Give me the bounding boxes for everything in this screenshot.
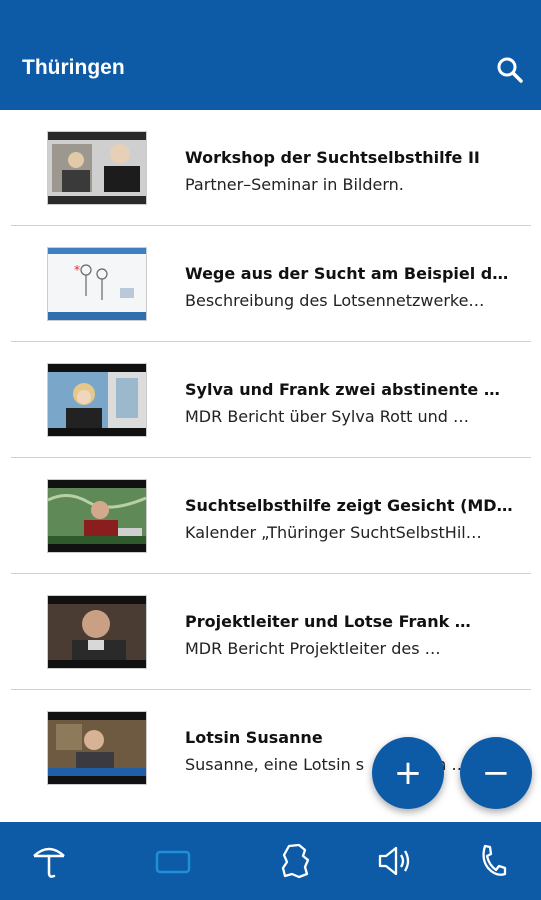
svg-text:*: * bbox=[74, 263, 80, 277]
zoom-out-button[interactable]: − bbox=[460, 737, 532, 809]
item-title: Suchtselbsthilfe zeigt Gesicht (MD… bbox=[185, 496, 513, 515]
video-thumbnail: * bbox=[48, 248, 146, 320]
bottom-navigation bbox=[0, 822, 541, 900]
item-subtitle: Kalender „Thüringer SuchtSelbstHil… bbox=[185, 523, 482, 542]
list-item[interactable]: Sylva und Frank zwei abstinente … MDR Be… bbox=[0, 342, 541, 458]
item-subtitle-text: Susanne, eine Lotsin s bbox=[185, 755, 365, 774]
video-thumbnail bbox=[48, 596, 146, 668]
page-title: Thüringen bbox=[22, 56, 125, 79]
video-thumbnail bbox=[48, 132, 146, 204]
thuringia-map-icon[interactable] bbox=[275, 840, 317, 882]
search-icon[interactable] bbox=[496, 56, 524, 84]
video-thumbnail bbox=[48, 480, 146, 552]
item-title: Wege aus der Sucht am Beispiel d… bbox=[185, 264, 509, 283]
speaker-icon[interactable] bbox=[374, 840, 416, 882]
video-thumbnail bbox=[48, 712, 146, 784]
zoom-in-button[interactable]: + bbox=[372, 737, 444, 809]
list-item[interactable]: Workshop der Suchtselbsthilfe II Partner… bbox=[0, 110, 541, 226]
video-list: Workshop der Suchtselbsthilfe II Partner… bbox=[0, 110, 541, 806]
app-bar: Thüringen bbox=[0, 0, 541, 110]
list-item[interactable]: Projektleiter und Lotse Frank … MDR Beri… bbox=[0, 574, 541, 690]
video-thumbnail bbox=[48, 364, 146, 436]
item-title: Lotsin Susanne bbox=[185, 728, 323, 747]
item-title: Sylva und Frank zwei abstinente … bbox=[185, 380, 500, 399]
item-title: Projektleiter und Lotse Frank … bbox=[185, 612, 471, 631]
tablet-icon[interactable] bbox=[152, 840, 194, 882]
item-subtitle: Beschreibung des Lotsennetzwerke… bbox=[185, 291, 485, 310]
list-item[interactable]: * Wege aus der Sucht am Beispiel d… Besc… bbox=[0, 226, 541, 342]
item-title: Workshop der Suchtselbsthilfe II bbox=[185, 148, 480, 167]
phone-icon[interactable] bbox=[472, 840, 514, 882]
list-item[interactable]: Suchtselbsthilfe zeigt Gesicht (MD… Kale… bbox=[0, 458, 541, 574]
item-subtitle: MDR Bericht über Sylva Rott und … bbox=[185, 407, 470, 426]
item-subtitle: Partner–Seminar in Bildern. bbox=[185, 175, 404, 194]
umbrella-icon[interactable] bbox=[28, 840, 70, 882]
list-item[interactable]: Lotsin Susanne Susanne, eine Lotsin sh … bbox=[0, 690, 541, 806]
item-subtitle: MDR Bericht Projektleiter des … bbox=[185, 639, 441, 658]
